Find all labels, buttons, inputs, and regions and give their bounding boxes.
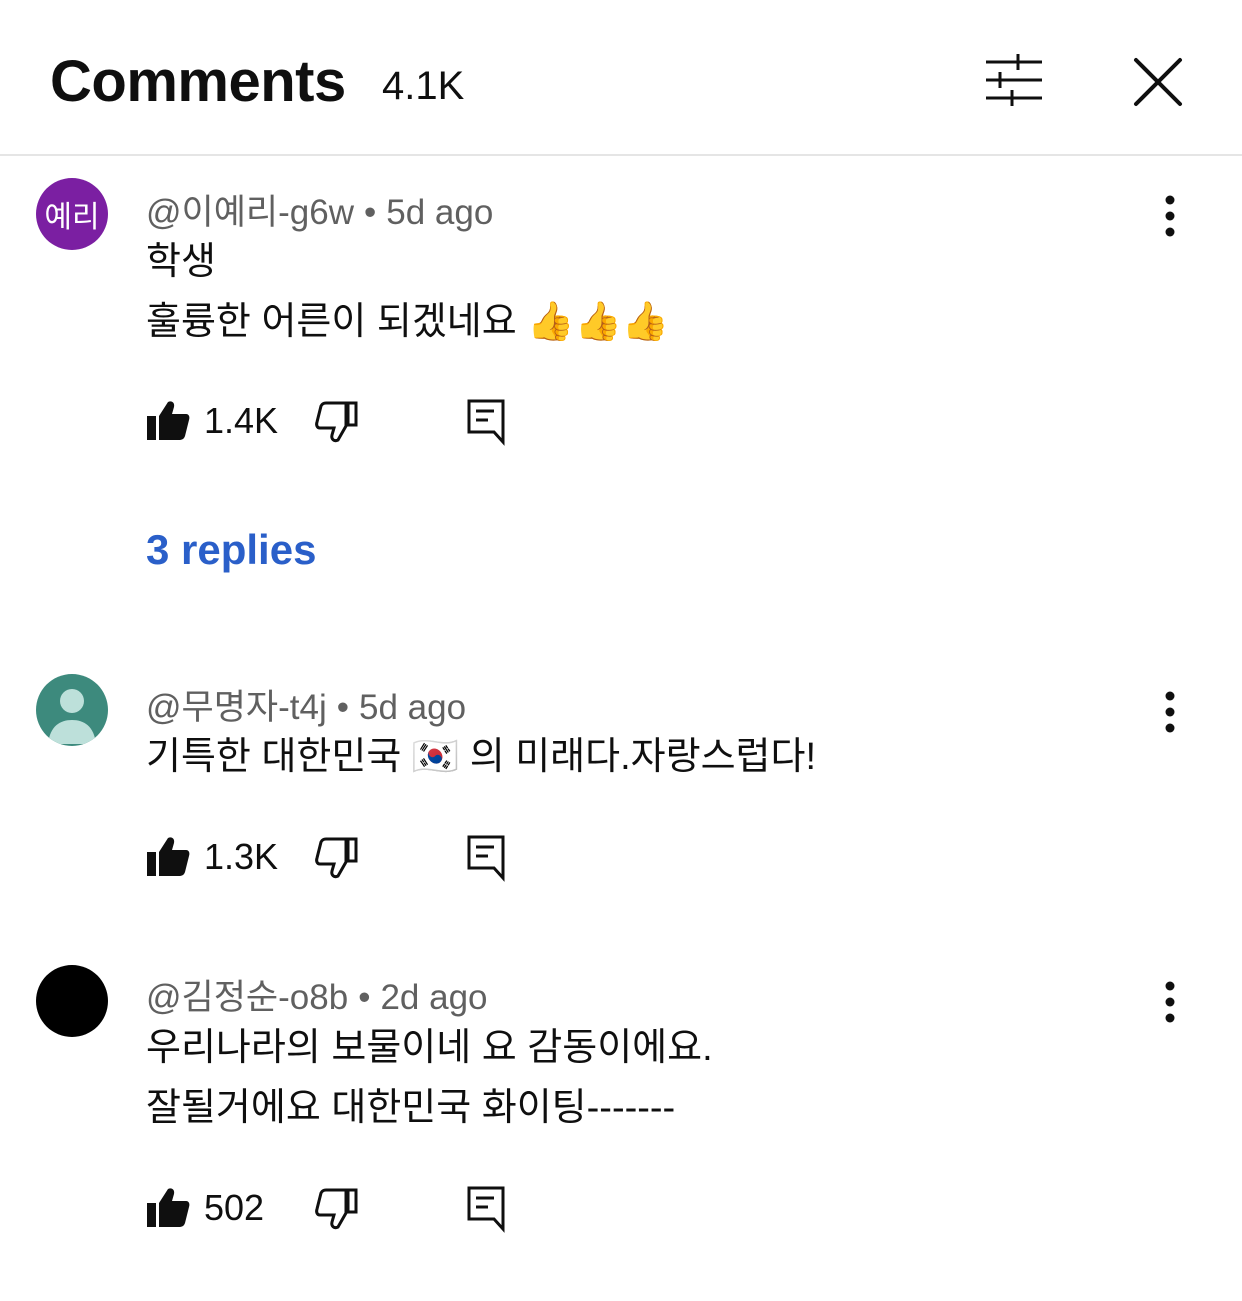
separator-dot: • bbox=[336, 688, 350, 727]
comment-meta: @김정순-o8b • 2d ago bbox=[146, 969, 488, 1020]
comment-time: 5d ago bbox=[359, 688, 467, 727]
comment-line: 우리나라의 보물이네 요 감동이에요. bbox=[146, 1027, 713, 1069]
view-replies-link[interactable]: 3 replies bbox=[146, 526, 316, 574]
reply-icon[interactable] bbox=[466, 398, 506, 446]
comment-count: 4.1K bbox=[382, 64, 465, 108]
separator-dot: • bbox=[358, 978, 371, 1017]
thumbs-up-icon[interactable] bbox=[146, 1185, 190, 1229]
comment-actions: 1.4K bbox=[146, 398, 526, 448]
sliders-icon[interactable] bbox=[978, 50, 1050, 114]
thumbs-up-icon[interactable] bbox=[146, 398, 190, 442]
comment-meta: @무명자-t4j • 5d ago bbox=[146, 679, 466, 730]
comment-line: 학생 bbox=[146, 241, 216, 283]
more-vertical-icon[interactable] bbox=[1150, 978, 1190, 1028]
page-title: Comments bbox=[50, 49, 346, 114]
comment-text: 기특한 대한민국 🇰🇷 의 미래다.자랑스럽다! bbox=[146, 727, 816, 787]
comment-line: 잘될거에요 대한민국 화이팅------- bbox=[146, 1087, 676, 1129]
avatar-initials: 예리 bbox=[44, 201, 100, 234]
separator-dot: • bbox=[364, 193, 377, 232]
comment-author[interactable]: @이예리-g6w bbox=[146, 193, 354, 232]
thumbs-down-icon[interactable] bbox=[314, 400, 358, 444]
avatar[interactable]: 예리 bbox=[36, 178, 108, 250]
reply-icon[interactable] bbox=[466, 1185, 506, 1233]
comment-actions: 502 bbox=[146, 1185, 526, 1235]
comment-text: 우리나라의 보물이네 요 감동이에요. 잘될거에요 대한민국 화이팅------… bbox=[146, 1018, 713, 1138]
comment-meta: @이예리-g6w • 5d ago bbox=[146, 184, 493, 235]
avatar[interactable] bbox=[36, 965, 108, 1037]
comment-actions: 1.3K bbox=[146, 834, 526, 884]
comment-line: 기특한 대한민국 🇰🇷 의 미래다.자랑스럽다! bbox=[146, 736, 817, 778]
close-icon[interactable] bbox=[1128, 52, 1188, 112]
more-vertical-icon[interactable] bbox=[1150, 688, 1190, 738]
more-vertical-icon[interactable] bbox=[1150, 192, 1190, 242]
thumbs-up-icon[interactable] bbox=[146, 834, 190, 878]
comment-text: 학생 훌륭한 어른이 되겠네요 👍👍👍 bbox=[146, 232, 669, 352]
comments-header: Comments 4.1K bbox=[0, 0, 1242, 156]
reply-icon[interactable] bbox=[466, 834, 506, 882]
comment-time: 5d ago bbox=[386, 193, 494, 232]
like-count: 502 bbox=[204, 1187, 265, 1228]
comment-line: 훌륭한 어른이 되겠네요 👍👍👍 bbox=[146, 301, 670, 343]
comment-author[interactable]: @무명자-t4j bbox=[146, 688, 327, 727]
like-count: 1.4K bbox=[204, 400, 279, 441]
comment-author[interactable]: @김정순-o8b bbox=[146, 978, 348, 1017]
comment-time: 2d ago bbox=[380, 978, 488, 1017]
thumbs-down-icon[interactable] bbox=[314, 1187, 358, 1231]
thumbs-down-icon[interactable] bbox=[314, 836, 358, 880]
avatar[interactable] bbox=[36, 674, 108, 746]
like-count: 1.3K bbox=[204, 836, 279, 877]
